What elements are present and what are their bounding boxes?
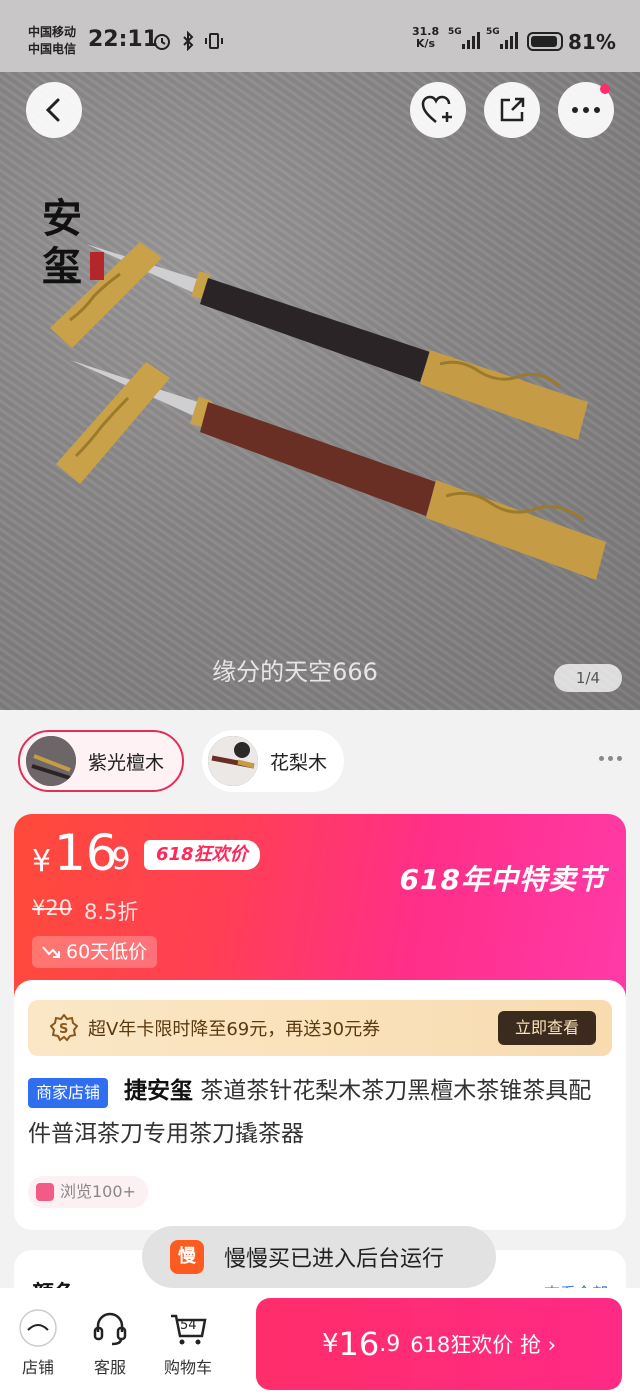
network-speed: 31.8 K/s [412,26,439,50]
vip-promo-text: 超V年卡限时降至69元，再送30元券 [88,1019,381,1040]
views-icon [36,1183,54,1201]
store-tab-label: 店铺 [21,1358,54,1377]
trend-down-icon [42,946,60,958]
price-currency: ¥ [32,844,52,879]
battery-icon [527,32,563,51]
clock: 22:11 [88,27,159,52]
headset-icon [90,1308,130,1348]
coupon-icon: S [50,1014,78,1042]
variant-thumbnail [208,736,258,786]
views-badge: 浏览100+ [28,1176,148,1208]
original-price: ¥20 [32,896,73,920]
buy-price-integer: 16 [338,1325,380,1363]
more-button[interactable] [558,82,614,138]
variant-label: 紫光檀木 [88,751,165,774]
variant-selector: 紫光檀木 花梨木 [0,710,640,814]
svg-text:玺: 玺 [42,243,82,290]
low-price-tag: 60天低价 [32,936,158,968]
product-info: S 超V年卡限时降至69元，再送30元券 立即查看 商家店铺 捷安玺 茶道茶针花… [14,980,626,1230]
app-logo-icon: 慢 [170,1240,204,1274]
bluetooth-icon [178,30,198,52]
back-button[interactable] [26,82,82,138]
carrier-names: 中国移动 中国电信 [28,24,76,58]
product-image-gallery[interactable]: 安 玺 缘分的天空666 1/4 [0,72,640,710]
low-price-text: 60天低价 [66,941,148,963]
vip-promo-bar[interactable]: S 超V年卡限时降至69元，再送30元券 立即查看 [28,1000,612,1056]
cart-label: 购物车 [163,1358,212,1377]
image-counter: 1/4 [554,664,622,692]
views-text: 浏览100+ [60,1182,136,1201]
favorite-button[interactable] [410,82,466,138]
price-banner: ¥ 16 .9 618狂欢价 618年中特卖节 ¥20 8.5折 60天低价 [14,814,626,1004]
status-icons [152,30,224,52]
festival-title: 618年中特卖节 [399,863,606,896]
discount-rate: 8.5折 [84,900,139,924]
notification-dot [600,84,610,94]
toast-text: 慢慢买已进入后台运行 [224,1247,445,1272]
variant-thumbnail [26,736,76,786]
product-title: 捷安玺 茶道茶针花梨木茶刀黑檀木茶锥茶具配件普洱茶刀专用茶刀撬茶器 [28,1070,612,1156]
share-button[interactable] [484,82,540,138]
bottom-action-bar: 店铺 客服 54 购物车 ¥ 16 .9 618狂欢价 抢 › [0,1288,640,1400]
signal-2-icon [500,32,518,49]
vibrate-icon [204,31,224,51]
buy-price-decimal: .9 [379,1331,401,1357]
brand-logo: 安 玺 [40,132,110,292]
signal-2-label: 5G [486,27,500,37]
variant-option-rosewood[interactable]: 花梨木 [202,730,344,792]
cart-tab[interactable]: 54 购物车 [158,1308,218,1378]
carrier-1: 中国移动 [28,25,77,39]
carrier-2: 中国电信 [28,42,77,56]
cart-icon: 54 [168,1308,208,1348]
variant-label: 花梨木 [270,751,328,774]
product-title-text: 茶道茶针花梨木茶刀黑檀木茶锥茶具配件普洱茶刀专用茶刀撬茶器 [28,1078,592,1147]
cart-count: 54 [180,1318,197,1333]
svg-text:安: 安 [42,195,82,242]
buy-currency: ¥ [321,1329,339,1359]
share-icon [500,97,525,122]
buy-now-button[interactable]: ¥ 16 .9 618狂欢价 抢 › [256,1298,622,1390]
signal-1-label: 5G [448,27,462,37]
signal-1-icon [462,32,480,49]
buy-button-text: 618狂欢价 抢 › [410,1333,557,1357]
promo-badge: 618狂欢价 [144,840,260,870]
status-bar: 中国移动 中国电信 22:11 31.8 K/s 5G 5G 81% [0,0,640,72]
product-brand: 捷安玺 [124,1078,193,1104]
customer-service-tab[interactable]: 客服 [80,1308,140,1378]
customer-service-label: 客服 [93,1358,126,1377]
more-dots-icon [572,107,600,113]
image-watermark: 缘分的天空666 [212,658,378,686]
variant-option-purple-sandalwood[interactable]: 紫光檀木 [18,730,184,792]
variants-more-icon[interactable] [599,756,622,761]
alarm-icon [152,31,172,51]
price-card: ¥ 16 .9 618狂欢价 618年中特卖节 ¥20 8.5折 60天低价 S… [14,814,626,1230]
heart-plus-icon [421,95,452,123]
toast-notification: 慢 慢慢买已进入后台运行 [142,1226,496,1288]
store-logo-icon [18,1308,58,1348]
back-arrow-icon [45,98,60,122]
vip-view-button[interactable]: 立即查看 [498,1011,596,1045]
network-speed-unit: K/s [416,37,436,50]
battery-percent: 81% [568,30,616,54]
price-decimal: .9 [102,842,131,877]
store-tab[interactable]: 店铺 [8,1308,68,1378]
svg-text:S: S [59,1022,68,1037]
